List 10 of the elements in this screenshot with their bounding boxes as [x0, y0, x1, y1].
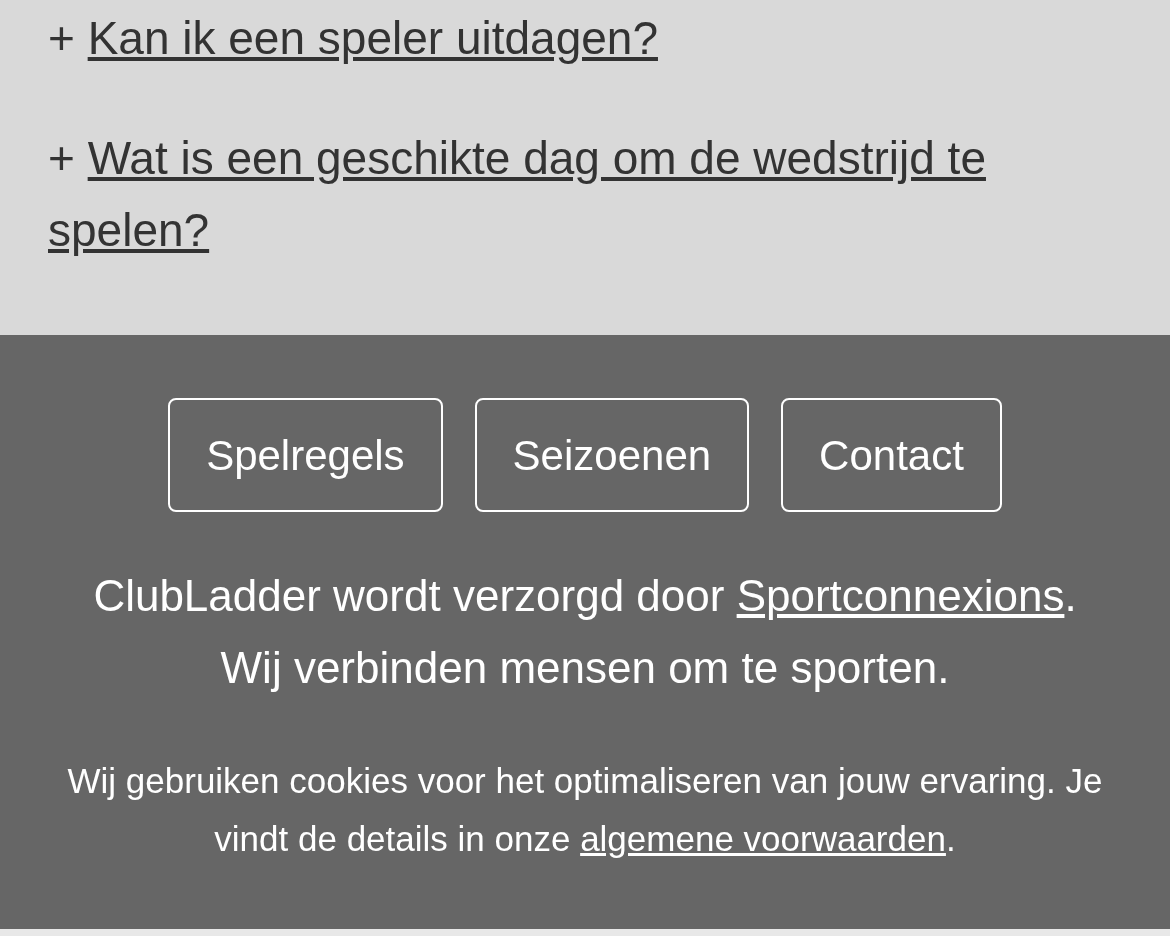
footer-button[interactable]: Seizoenen — [474, 398, 750, 512]
faq-question-link[interactable]: + Kan ik een speler uitdagen? — [48, 2, 1030, 74]
footer-button[interactable]: Spelregels — [168, 398, 443, 512]
cookie-notice: Wij gebruiken cookies voor het optimaliseren van jouw ervaring. Je vindt de details in onze algemene voorwaarden. — [66, 760, 1104, 860]
credit-text: ClubLadder wordt verzorgd door Sportconnexions. — [92, 570, 1078, 622]
faq-question-link[interactable]: + Wat is een geschikte dag om de wedstrijd te spelen? — [48, 122, 1030, 266]
text-link[interactable]: algemene voorwaarden — [580, 819, 946, 858]
text-link[interactable]: Sportconnexions — [736, 571, 1065, 620]
tagline-text: Wij verbinden mensen om te sporten. — [219, 642, 951, 694]
footer-button[interactable]: Contact — [781, 398, 1002, 512]
